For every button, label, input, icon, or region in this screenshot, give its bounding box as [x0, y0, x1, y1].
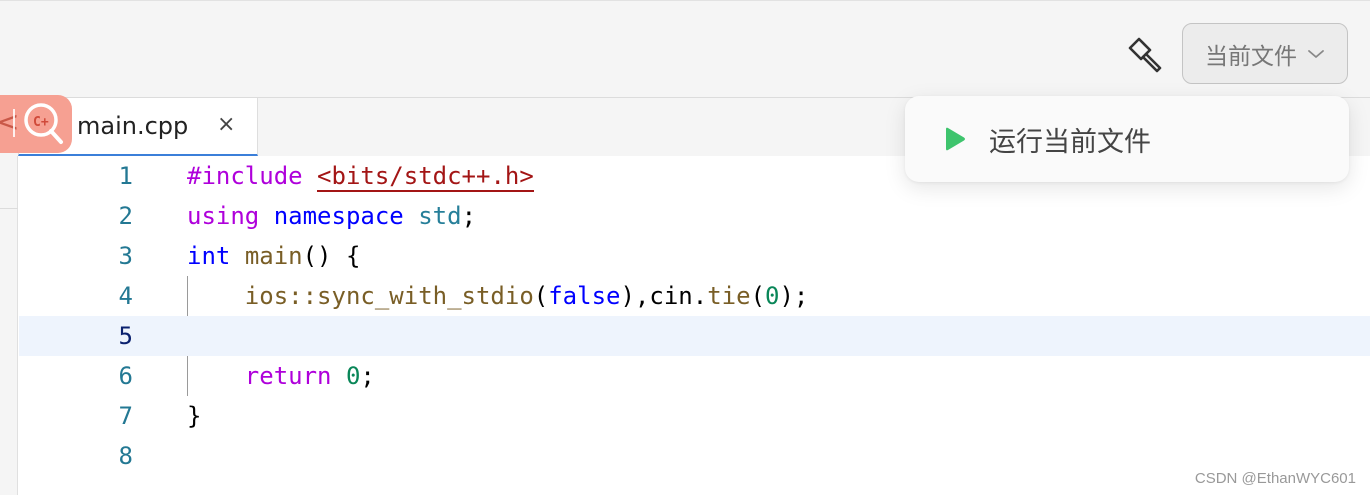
menu-item-label: 运行当前文件: [989, 127, 1151, 158]
code-line-8[interactable]: 8: [19, 436, 1370, 476]
left-strip-divider: [0, 208, 18, 209]
top-toolbar: 当前文件: [0, 0, 1370, 98]
watermark: CSDN @EthanWYC601: [1194, 470, 1356, 487]
run-dropdown-menu: 运行当前文件: [905, 96, 1349, 182]
code-text: ios::sync_with_stdio(false),cin.tie(0);: [187, 276, 809, 316]
chevron-down-icon: [1308, 49, 1324, 58]
line-number: 3: [118, 242, 133, 270]
number-literal: 0: [765, 282, 780, 310]
code-text: #include <bits/stdc++.h>: [187, 156, 534, 196]
back-arrow-icon[interactable]: <: [0, 105, 19, 138]
preprocessor-directive: #include: [187, 162, 318, 190]
hammer-icon: [1128, 37, 1162, 73]
menu-item-run-current-file[interactable]: 运行当前文件: [905, 96, 1349, 182]
line-number: 2: [118, 202, 133, 230]
left-side-strip: [0, 156, 18, 495]
code-line-5[interactable]: 5: [19, 316, 1370, 356]
code-text: int main() {: [187, 236, 360, 276]
code-text: return 0;: [187, 356, 375, 396]
floating-search-widget[interactable]: < C+: [0, 95, 72, 153]
type-keyword: int: [187, 242, 231, 270]
code-text: using namespace std;: [187, 196, 476, 236]
run-config-label: 当前文件: [1205, 43, 1297, 70]
code-token: (: [750, 282, 766, 310]
code-token: ;: [461, 202, 477, 230]
search-icon[interactable]: [20, 99, 66, 149]
line-number: 5: [118, 322, 133, 350]
line-number: 8: [118, 442, 133, 470]
line-number: 7: [118, 402, 133, 430]
code-token: ;: [360, 362, 375, 390]
number-literal: 0: [345, 362, 361, 390]
method-name: tie: [707, 282, 751, 310]
line-number: 4: [118, 282, 133, 310]
code-token: );: [779, 282, 809, 310]
overlay-divider: [13, 109, 15, 137]
build-button[interactable]: [1122, 33, 1166, 77]
variable-name: cin: [649, 282, 693, 310]
play-icon: [946, 127, 965, 151]
code-text: }: [187, 402, 202, 430]
code-line-6[interactable]: 6 return 0;: [19, 356, 1370, 396]
code-token: ),: [620, 282, 650, 310]
code-line-2[interactable]: 2 using namespace std;: [19, 196, 1370, 236]
keyword: using: [187, 202, 260, 230]
code-line-3[interactable]: 3 int main() {: [19, 236, 1370, 276]
code-editor[interactable]: 1 #include <bits/stdc++.h> 2 using names…: [19, 156, 1370, 495]
include-path: <bits/stdc++.h>: [317, 162, 534, 192]
namespace-name: std: [418, 202, 462, 230]
play-icon-shape: [946, 127, 965, 151]
code-line-4[interactable]: 4 ios::sync_with_stdio(false),cin.tie(0)…: [19, 276, 1370, 316]
tab-label: main.cpp: [77, 112, 189, 140]
bool-literal: false: [548, 282, 621, 310]
tab-close-button[interactable]: ×: [217, 112, 235, 137]
keyword: return: [244, 362, 332, 390]
code-token: .: [692, 282, 708, 310]
line-number: 6: [118, 362, 133, 390]
line-number: 1: [118, 162, 133, 190]
keyword: namespace: [273, 202, 404, 230]
code-line-7[interactable]: 7 }: [19, 396, 1370, 436]
code-token: () {: [302, 242, 361, 270]
code-token: (: [533, 282, 549, 310]
function-name: main: [244, 242, 303, 270]
run-config-select[interactable]: 当前文件: [1182, 23, 1348, 84]
function-name: ios::sync_with_stdio: [244, 282, 534, 310]
